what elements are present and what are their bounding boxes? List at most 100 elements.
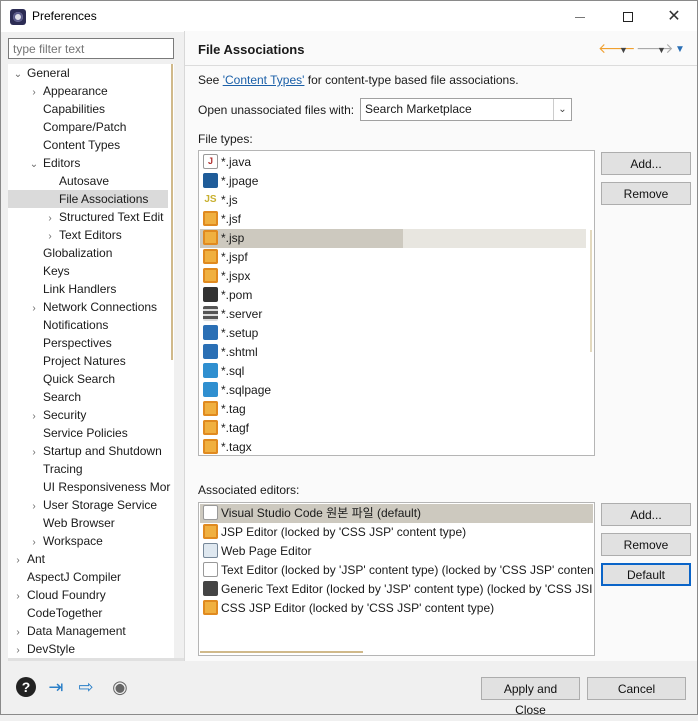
editor-label: Visual Studio Code 원본 파일 (default) [221,506,422,520]
add-editor-button[interactable]: Add... [601,503,691,526]
forward-arrow-icon[interactable]: 🡒 [636,40,674,57]
file-types-list[interactable]: J *.java *.jpage JS *.js *.jsf *.jsp *.jspf *.js… [198,150,595,456]
tree-item-devstyle[interactable]: › DevStyle [8,640,168,658]
tree-item-file-associations[interactable]: File Associations [8,190,168,208]
file-type-row[interactable]: J *.java [203,153,251,172]
tree-item-web-browser[interactable]: Web Browser [8,514,168,532]
editor-row[interactable]: JSP Editor (locked by 'CSS JSP' content … [203,523,466,542]
file-type-row[interactable]: *.jspx [203,267,250,286]
file-type-row[interactable]: *.tag [203,400,246,419]
tree-item-label: Notifications [43,318,109,332]
sql-file-icon [203,363,218,379]
tree-item-user-storage-service[interactable]: › User Storage Service [8,496,168,514]
file-type-row[interactable]: *.pom [203,286,252,305]
editor-row[interactable]: Text Editor (locked by 'JSP' content typ… [203,561,594,580]
file-type-row[interactable]: *.tagf [203,419,249,438]
tree-item-perspectives[interactable]: Perspectives [8,334,168,352]
tree-item-general[interactable]: ⌄ General [8,64,168,82]
eclipse-app-icon [10,9,26,25]
editor-row[interactable]: Visual Studio Code 원본 파일 (default) [203,504,421,523]
editors-horizontal-scrollbar[interactable] [200,651,363,653]
tree-item-notifications[interactable]: Notifications [8,316,168,334]
file-type-row[interactable]: *.jspf [203,248,248,267]
tree-item-search[interactable]: Search [8,388,168,406]
file-type-row[interactable]: *.setup [203,324,258,343]
default-editor-button[interactable]: Default [601,563,691,586]
file-type-label: *.jsp [221,231,245,245]
editor-row[interactable]: CSS JSP Editor (locked by 'CSS JSP' cont… [203,599,494,618]
tree-item-cloud-foundry[interactable]: › Cloud Foundry [8,586,168,604]
view-menu-icon[interactable]: ▼ [675,44,685,55]
tree-item-tracing[interactable]: Tracing [8,460,168,478]
filter-input[interactable] [8,38,174,59]
tree-item-capabilities[interactable]: Capabilities [8,100,168,118]
tree-item-aspectj-compiler[interactable]: AspectJ Compiler [8,568,168,586]
file-type-row[interactable]: *.server [203,305,262,324]
tree-item-globalization[interactable]: Globalization [8,244,168,262]
editor-row[interactable]: Generic Text Editor (locked by 'JSP' con… [203,580,592,599]
tree-item-structured-text-editors[interactable]: › Structured Text Edit [8,208,168,226]
tree-item-ui-responsiveness[interactable]: UI Responsiveness Mor [8,478,170,496]
minimize-icon [575,16,585,18]
open-unassociated-label: Open unassociated files with: [198,103,355,117]
tree-item-content-types[interactable]: Content Types [8,136,168,154]
export-icon[interactable]: ⇨ [76,677,96,697]
tree-scrollbar[interactable] [171,64,173,360]
tree-item-label: AspectJ Compiler [27,570,122,584]
file-type-row[interactable]: JS *.js [203,191,237,210]
file-type-label: *.sql [221,364,245,378]
associated-editors-list[interactable]: Visual Studio Code 원본 파일 (default) JSP Ed… [198,502,595,656]
tree-item-text-editors[interactable]: › Text Editors [8,226,168,244]
open-unassociated-combo[interactable]: Search Marketplace ⌄ [360,98,572,121]
import-icon[interactable]: ⇥ [46,677,66,697]
remove-file-type-button[interactable]: Remove [601,182,691,205]
minimize-button[interactable] [557,1,603,32]
close-button[interactable]: ✕ [651,1,697,32]
file-types-label: File types: [198,132,253,146]
jsf-file-icon [203,211,218,227]
tree-item-keys[interactable]: Keys [8,262,168,280]
tree-item-data-management[interactable]: › Data Management [8,622,168,640]
file-type-row[interactable]: *.jpage [203,172,258,191]
tree-item-startup-shutdown[interactable]: › Startup and Shutdown [8,442,168,460]
apply-and-close-button[interactable]: Apply and Close [481,677,580,717]
tree-item-security[interactable]: › Security [8,406,168,424]
editor-label: JSP Editor (locked by 'CSS JSP' content … [221,525,467,539]
file-type-row[interactable]: *.sql [203,362,244,381]
maximize-button[interactable] [605,1,651,32]
file-type-row[interactable]: *.jsp [203,229,244,248]
back-dropdown-icon[interactable]: ▼ [619,45,628,55]
tree-item-workspace[interactable]: › Workspace [8,532,168,550]
file-type-row[interactable]: *.shtml [203,343,258,362]
tree-item-project-natures[interactable]: Project Natures [8,352,168,370]
cancel-button[interactable]: Cancel [587,677,686,700]
tree-item-network-connections[interactable]: › Network Connections [8,298,168,316]
file-type-row[interactable]: *.sqlpage [203,381,271,400]
tree-item-autosave[interactable]: Autosave [8,172,168,190]
forward-dropdown-icon[interactable]: ▼ [657,45,666,55]
js-file-icon: JS [204,194,217,206]
tree-item-ant[interactable]: › Ant [8,550,168,568]
chevron-right-icon[interactable]: › [12,642,24,658]
back-arrow-icon[interactable]: 🡐 [598,40,636,57]
file-types-scrollbar[interactable] [590,230,592,352]
tree-item-service-policies[interactable]: Service Policies [8,424,168,442]
tree-item-editors[interactable]: ⌄ Editors [8,154,168,172]
file-type-row[interactable]: *.jsf [203,210,241,229]
preference-tree[interactable]: ⌄ General › Appearance Capabilities Compare/P… [8,64,174,658]
help-icon[interactable]: ? [16,677,36,697]
tree-horizontal-scrollbar[interactable] [8,658,184,661]
tree-item-compare-patch[interactable]: Compare/Patch [8,118,168,136]
record-icon[interactable]: ◉ [110,677,130,697]
add-file-type-button[interactable]: Add... [601,152,691,175]
file-type-row[interactable]: *.tagx [203,438,252,455]
tree-item-codetogether[interactable]: CodeTogether [8,604,168,622]
tagx-file-icon [203,439,218,455]
content-types-link[interactable]: 'Content Types' [223,73,305,87]
remove-editor-button[interactable]: Remove [601,533,691,556]
tree-item-link-handlers[interactable]: Link Handlers [8,280,168,298]
chevron-down-icon[interactable]: ⌄ [553,99,571,120]
tree-item-appearance[interactable]: › Appearance [8,82,168,100]
editor-row[interactable]: Web Page Editor [203,542,312,561]
tree-item-quick-search[interactable]: Quick Search [8,370,168,388]
